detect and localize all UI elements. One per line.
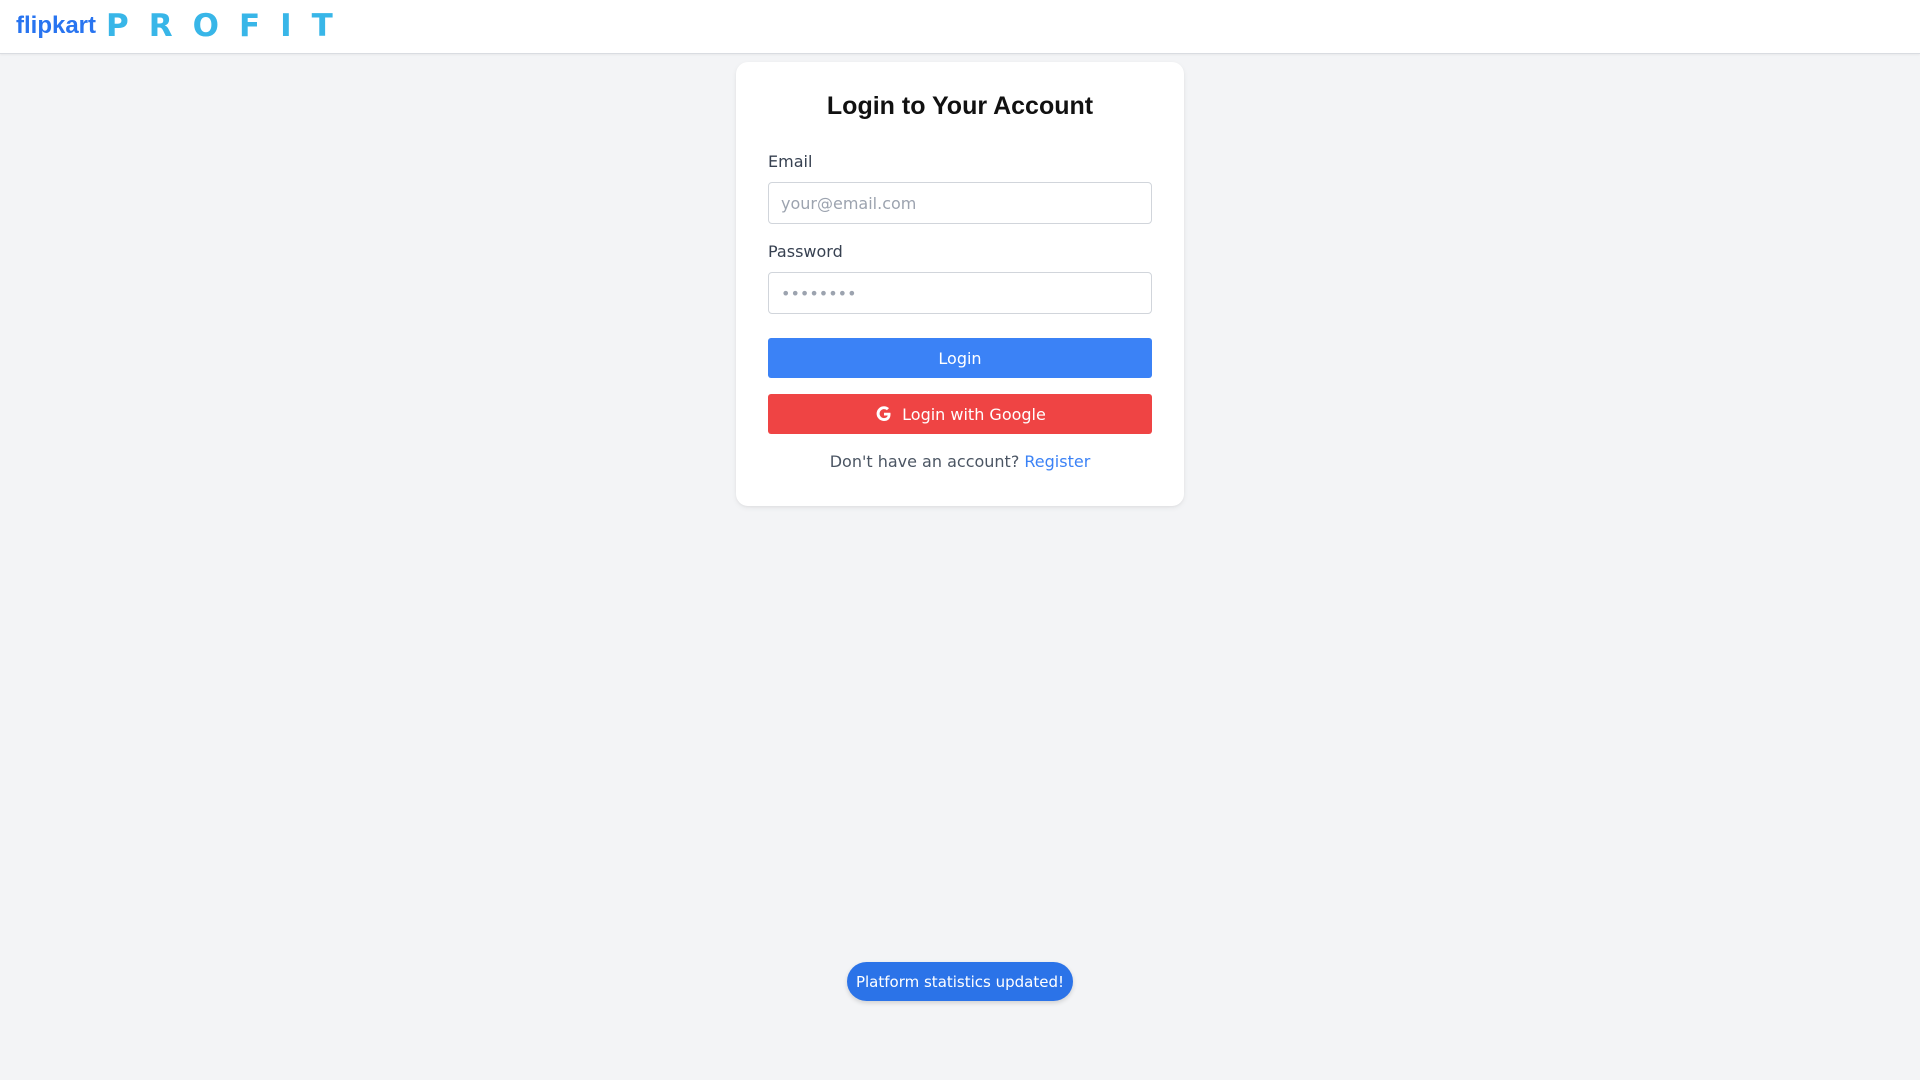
login-button-label: Login [938,348,982,368]
toast-message: Platform statistics updated! [855,972,1065,991]
toast-notification: Platform statistics updated! [847,962,1073,1001]
top-navbar: flipkart PROFIT [0,0,1920,54]
email-field[interactable] [768,182,1152,224]
profit-logo-text[interactable]: PROFIT [106,8,353,44]
password-label: Password [768,242,843,261]
register-prompt: Don't have an account? Register [736,452,1184,471]
login-card: Login to Your Account Email Password Log… [736,62,1184,506]
email-label: Email [768,152,813,171]
register-link[interactable]: Register [1024,452,1090,471]
page-title: Login to Your Account [826,92,1094,120]
google-login-button[interactable]: Login with Google [768,394,1152,434]
password-field[interactable] [768,272,1152,314]
google-icon [874,404,894,424]
register-prompt-text: Don't have an account? [829,452,1025,471]
flipkart-logo-text[interactable]: flipkart [16,12,96,40]
login-button[interactable]: Login [768,338,1152,378]
google-login-label: Login with Google [902,404,1046,424]
